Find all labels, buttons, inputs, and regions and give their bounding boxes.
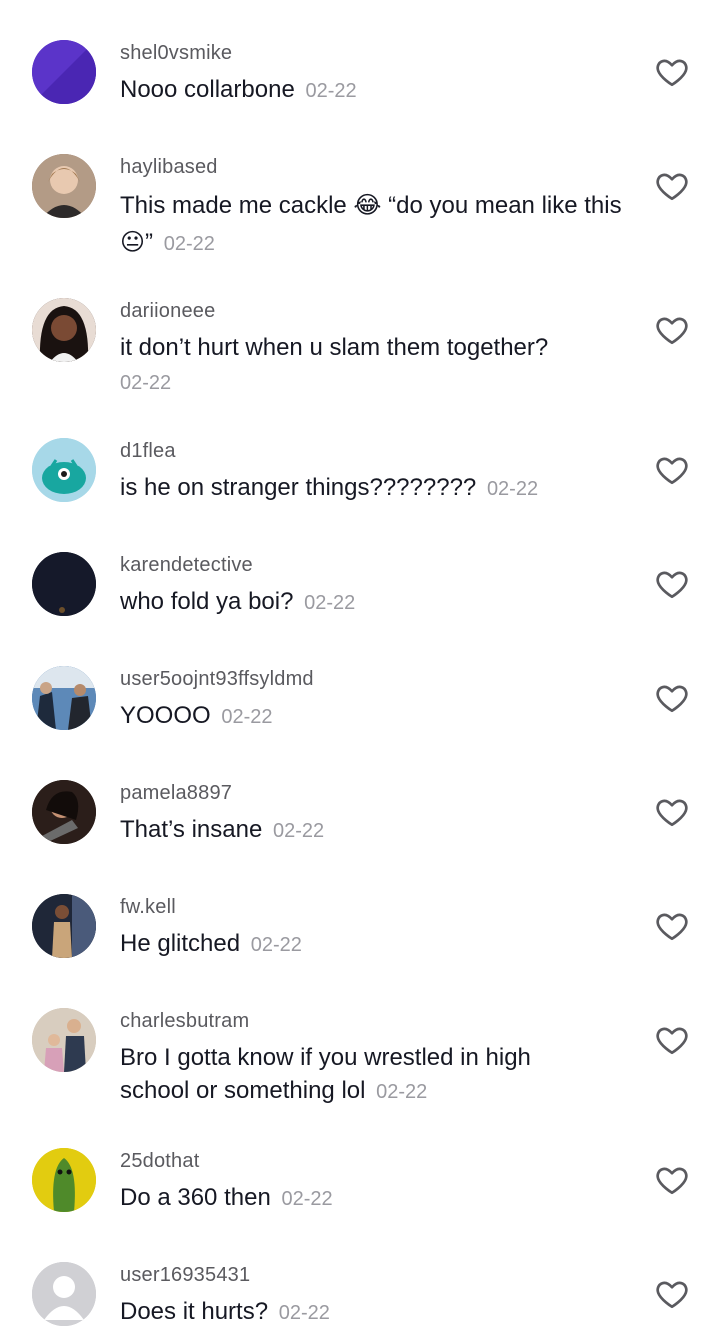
heart-outline-icon xyxy=(656,317,688,345)
comment-timestamp: 02-22 xyxy=(305,80,357,102)
comment-text: is he on stranger things???????? xyxy=(120,474,477,501)
comment-timestamp: 02-22 xyxy=(272,820,325,842)
heart-outline-icon xyxy=(656,1281,688,1309)
comment-text-line: it don’t hurt when u slam them together?… xyxy=(120,331,640,400)
heart-outline-icon xyxy=(656,59,688,87)
avatar[interactable] xyxy=(32,780,96,844)
comment-text-line: Nooo collarbone 02-22 xyxy=(120,73,640,108)
comment-text-line: He glitched 02-22 xyxy=(120,927,640,962)
comment-text-line: YOOOO 02-22 xyxy=(120,699,640,734)
comment-timestamp: 02-22 xyxy=(278,1302,330,1324)
comment-timestamp: 02-22 xyxy=(250,934,302,956)
comment-text: Bro I gotta know if you wrestled in high… xyxy=(120,1044,531,1104)
comment-username[interactable]: karendetective xyxy=(120,554,253,577)
comment-text: who fold ya boi? xyxy=(120,588,294,615)
comment-username[interactable]: haylibased xyxy=(120,156,218,179)
comment-text-line: Bro I gotta know if you wrestled in high… xyxy=(120,1041,590,1109)
comment-timestamp: 02-22 xyxy=(221,706,273,728)
like-button[interactable] xyxy=(654,680,690,716)
comment-text: Do a 360 then xyxy=(120,1184,271,1211)
comment-text: He glitched xyxy=(120,930,241,957)
comment-text-line: Does it hurts? 02-22 xyxy=(120,1295,640,1330)
comment-text: Does it hurts? xyxy=(120,1298,269,1325)
avatar[interactable] xyxy=(32,154,96,218)
like-button[interactable] xyxy=(654,1276,690,1312)
neutral-face-emoji: 😐 xyxy=(120,228,146,256)
like-button[interactable] xyxy=(654,566,690,602)
comment-text: That’s insane xyxy=(120,816,263,843)
like-button[interactable] xyxy=(654,1022,690,1058)
like-button[interactable] xyxy=(654,54,690,90)
comment-text: “do you mean like this xyxy=(388,192,622,219)
avatar[interactable] xyxy=(32,298,96,362)
comment-username[interactable]: d1flea xyxy=(120,440,176,463)
like-button[interactable] xyxy=(654,168,690,204)
heart-outline-icon xyxy=(656,799,688,827)
tears-of-joy-emoji: 😂 xyxy=(353,191,382,219)
avatar[interactable] xyxy=(32,666,96,730)
comment-timestamp: 02-22 xyxy=(120,372,172,394)
avatar[interactable] xyxy=(32,1008,96,1072)
like-button[interactable] xyxy=(654,1162,690,1198)
comment-username[interactable]: 25dothat xyxy=(120,1150,199,1173)
heart-outline-icon xyxy=(656,913,688,941)
heart-outline-icon xyxy=(656,685,688,713)
avatar[interactable] xyxy=(32,894,96,958)
comment-timestamp: 02-22 xyxy=(304,592,356,614)
avatar[interactable] xyxy=(32,40,96,104)
comment-text-line: That’s insane 02-22 xyxy=(120,813,640,848)
avatar[interactable] xyxy=(32,438,96,502)
heart-outline-icon xyxy=(656,457,688,485)
avatar[interactable] xyxy=(32,1148,96,1212)
comment-text-line: is he on stranger things???????? 02-22 xyxy=(120,471,640,506)
comment-username[interactable]: pamela8897 xyxy=(120,782,232,805)
comment-timestamp: 02-22 xyxy=(376,1081,428,1103)
avatar[interactable] xyxy=(32,1262,96,1326)
comment-text-line: This made me cackle 😂 “do you mean like … xyxy=(120,187,640,262)
comment-text: it don’t hurt when u slam them together? xyxy=(120,334,549,361)
comment-text: Nooo collarbone xyxy=(120,76,295,103)
avatar[interactable] xyxy=(32,552,96,616)
comment-timestamp: 02-22 xyxy=(163,233,215,255)
like-button[interactable] xyxy=(654,452,690,488)
comment-text: YOOOO xyxy=(120,702,211,729)
comment-timestamp: 02-22 xyxy=(281,1188,333,1210)
comment-username[interactable]: charlesbutram xyxy=(120,1010,249,1033)
comment-username[interactable]: shel0vsmike xyxy=(120,42,232,65)
comment-username[interactable]: fw.kell xyxy=(120,896,176,919)
comment-text-line: who fold ya boi? 02-22 xyxy=(120,585,640,620)
like-button[interactable] xyxy=(654,794,690,830)
heart-outline-icon xyxy=(656,1167,688,1195)
comment-timestamp: 02-22 xyxy=(486,478,539,500)
heart-outline-icon xyxy=(656,1027,688,1055)
comment-text-line: Do a 360 then 02-22 xyxy=(120,1181,640,1216)
like-button[interactable] xyxy=(654,312,690,348)
comment-text: ” xyxy=(145,229,154,256)
heart-outline-icon xyxy=(656,173,688,201)
comment-text: This made me cackle xyxy=(120,192,347,219)
comment-username[interactable]: user5oojnt93ffsyldmd xyxy=(120,668,314,691)
heart-outline-icon xyxy=(656,571,688,599)
comment-username[interactable]: user16935431 xyxy=(120,1264,250,1287)
like-button[interactable] xyxy=(654,908,690,944)
comment-username[interactable]: dariioneee xyxy=(120,300,215,323)
